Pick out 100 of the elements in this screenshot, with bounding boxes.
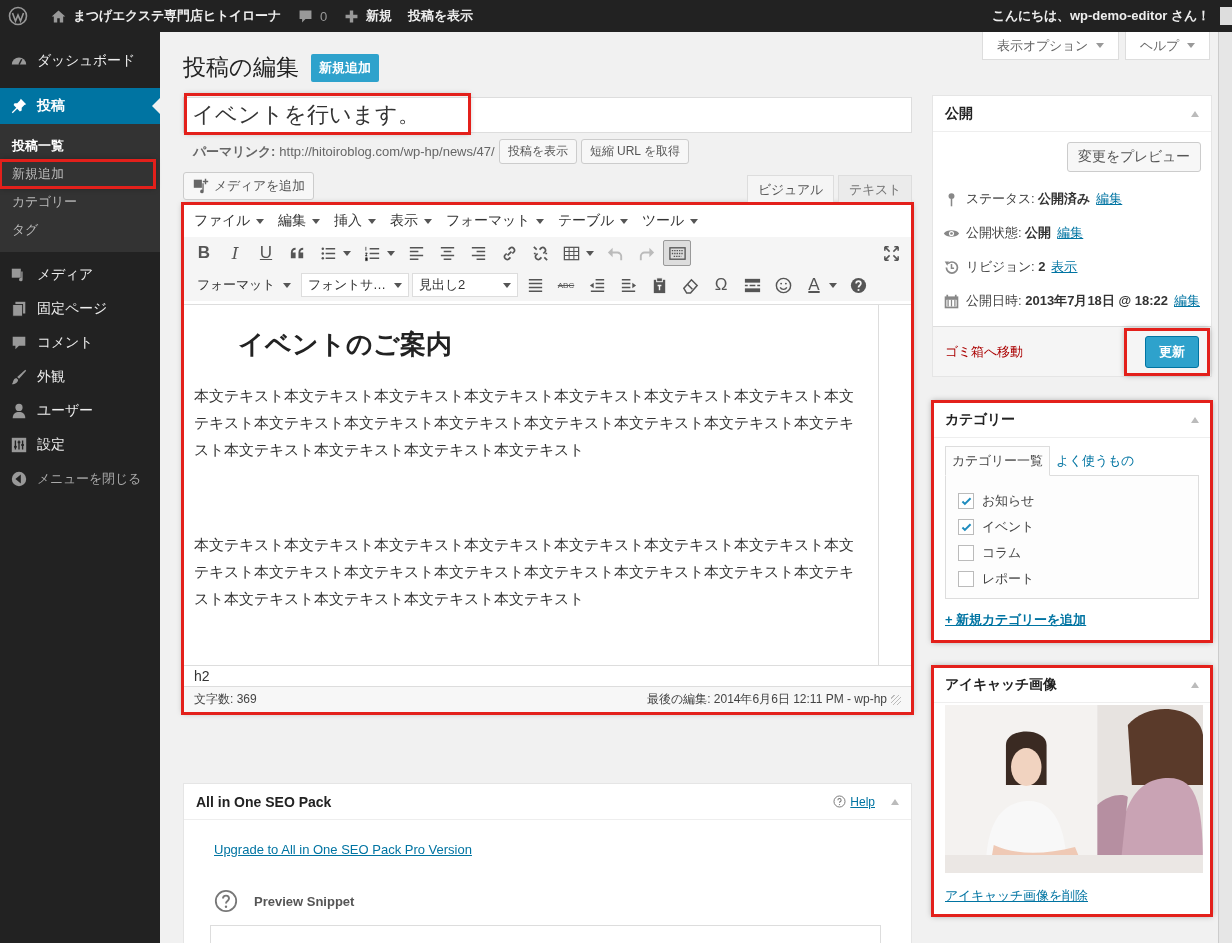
scrollbar[interactable] xyxy=(1218,32,1232,943)
category-label: レポート xyxy=(982,570,1034,588)
format-button[interactable]: B xyxy=(190,240,218,266)
publish-setting: 公開日時: 2013年7月18日 @ 18:22 xyxy=(966,292,1168,310)
checkbox[interactable] xyxy=(958,571,974,587)
page-title: 投稿の編集 xyxy=(183,53,299,82)
pages-icon xyxy=(10,300,28,318)
content-heading: イベントのご案内 xyxy=(238,329,453,361)
panel-title: All in One SEO Pack xyxy=(196,793,333,810)
site-link[interactable]: まつげエクステ専門店ヒトイローナ xyxy=(42,0,289,32)
account-link[interactable]: こんにちは、wp-demo-editor さん！ xyxy=(983,0,1218,32)
format-dropdown[interactable]: フォーマット xyxy=(190,273,298,297)
edit-link[interactable]: 編集 xyxy=(1174,292,1200,310)
category-tab[interactable]: よく使うもの xyxy=(1050,447,1140,475)
add-category-link[interactable]: + 新規カテゴリーを追加 xyxy=(945,612,1087,627)
trash-link[interactable]: ゴミ箱へ移動 xyxy=(945,342,1023,361)
editor-menu[interactable]: ファイル xyxy=(188,209,270,233)
wordpress-logo-icon[interactable] xyxy=(8,6,28,26)
resize-handle-icon[interactable] xyxy=(891,694,901,705)
checkbox[interactable] xyxy=(958,519,974,535)
menu-item[interactable]: 設定 xyxy=(0,428,160,462)
screen-tab[interactable]: 表示オプション xyxy=(982,32,1119,60)
caret-icon xyxy=(1187,43,1195,48)
post-title-field[interactable]: イベントを行います。 xyxy=(183,97,912,133)
help-icon xyxy=(214,889,238,913)
checkbox[interactable] xyxy=(958,493,974,509)
edit-link[interactable]: 編集 xyxy=(1057,224,1084,242)
pushpin-icon xyxy=(10,97,28,115)
format-button[interactable]: Ω xyxy=(707,272,735,298)
editor-tab[interactable]: テキスト xyxy=(838,175,912,204)
help-link[interactable]: Help xyxy=(850,794,875,809)
editor-menu[interactable]: フォーマット xyxy=(440,209,550,233)
caret-icon xyxy=(387,250,395,256)
menu-item[interactable]: 外観 xyxy=(0,360,160,394)
category-label: イベント xyxy=(982,518,1034,536)
editor-tab[interactable]: ビジュアル xyxy=(747,175,834,204)
panel-title: アイキャッチ画像 xyxy=(945,675,1058,694)
caret-icon xyxy=(829,282,837,288)
format-button[interactable]: I xyxy=(221,240,249,266)
submenu-item[interactable]: 投稿一覧 xyxy=(0,132,155,160)
publish-setting: 公開状態: 公開 xyxy=(966,224,1052,242)
menu-item[interactable]: ダッシュボード xyxy=(0,44,160,78)
category-label: お知らせ xyxy=(982,492,1034,510)
caret-icon xyxy=(620,218,628,224)
upgrade-link[interactable]: Upgrade to All in One SEO Pack Pro Version xyxy=(214,842,472,857)
user-icon xyxy=(10,402,28,420)
category-tab[interactable]: カテゴリー一覧 xyxy=(945,446,1050,476)
submenu-item[interactable]: 新規追加 xyxy=(0,160,155,188)
menu-item[interactable]: メディア xyxy=(0,258,160,292)
toolbar-button[interactable] xyxy=(663,240,691,266)
edit-link[interactable]: 表示 xyxy=(1051,258,1078,276)
editor-menu[interactable]: 挿入 xyxy=(328,209,382,233)
permalink-url: http://hitoiroblog.com/wp-hp/news/47/ xyxy=(279,144,495,159)
submenu-item[interactable]: カテゴリー xyxy=(0,188,155,216)
unlink-icon xyxy=(530,243,550,263)
menu-item[interactable]: 投稿 xyxy=(0,88,160,124)
editor-menu[interactable]: テーブル xyxy=(552,209,634,233)
edit-link[interactable]: 編集 xyxy=(1096,190,1123,208)
publish-setting: リビジョン: 2 xyxy=(966,258,1046,276)
editor-menu[interactable]: 編集 xyxy=(272,209,326,233)
format-dropdown[interactable]: 見出し2 xyxy=(412,273,518,297)
content-paragraph: 本文テキスト本文テキスト本文テキスト本文テキスト本文テキスト本文テキスト本文テキスト本文テキスト本文テキスト本文テキスト本文テキスト本文テキスト本文テキスト本文テキスト本文テキスト本文テキスト本文テキスト本文テキスト本文テキスト xyxy=(194,535,855,609)
checkbox[interactable] xyxy=(958,545,974,561)
brush-icon xyxy=(10,368,28,386)
preview-button[interactable]: 変更をプレビュー xyxy=(1067,142,1201,172)
panel-title: 公開 xyxy=(945,104,974,123)
editor-menu[interactable]: 表示 xyxy=(384,209,438,233)
submenu-item[interactable]: タグ xyxy=(0,216,155,244)
category-label: コラム xyxy=(982,544,1021,562)
pointer-icon xyxy=(152,98,160,114)
calendar-icon xyxy=(943,292,960,310)
screen-tab[interactable]: ヘルプ xyxy=(1125,32,1210,60)
format-button[interactable]: U xyxy=(252,240,280,266)
panel-title: カテゴリー xyxy=(945,410,1016,429)
last-edited: 最後の編集: 2014年6月6日 12:11 PM - wp-hp xyxy=(647,691,887,708)
editor-menu[interactable]: ツール xyxy=(636,209,704,233)
caret-icon xyxy=(256,218,264,224)
caret-icon xyxy=(536,218,544,224)
remove-image-link[interactable]: アイキャッチ画像を削除 xyxy=(945,887,1199,905)
caret-icon xyxy=(343,250,351,256)
menu-item[interactable]: コメント xyxy=(0,326,160,360)
caret-icon xyxy=(394,282,402,288)
permalink-button[interactable]: 短縮 URL を取得 xyxy=(580,139,689,164)
publish-setting: ステータス: 公開済み xyxy=(966,190,1091,208)
permalink-label: パーマリンク: xyxy=(193,142,276,161)
format-button[interactable]: ABC xyxy=(552,272,580,298)
new-link[interactable]: 新規 xyxy=(335,0,401,32)
comments-link[interactable]: 0 xyxy=(289,0,336,32)
caret-icon xyxy=(368,218,376,224)
menu-item[interactable]: ユーザー xyxy=(0,394,160,428)
menu-item[interactable]: 固定ページ xyxy=(0,292,160,326)
format-dropdown[interactable]: フォントサ… xyxy=(301,273,409,297)
caret-icon xyxy=(690,218,698,224)
format-button[interactable]: A xyxy=(800,272,828,298)
help-icon xyxy=(833,795,847,808)
permalink-button[interactable]: 投稿を表示 xyxy=(498,139,577,164)
collapse-icon xyxy=(10,470,28,488)
view-post-link[interactable]: 投稿を表示 xyxy=(400,0,482,32)
collapse-menu-button[interactable]: メニューを閉じる xyxy=(0,462,160,496)
add-media-button[interactable]: メディアを追加 xyxy=(183,172,314,200)
